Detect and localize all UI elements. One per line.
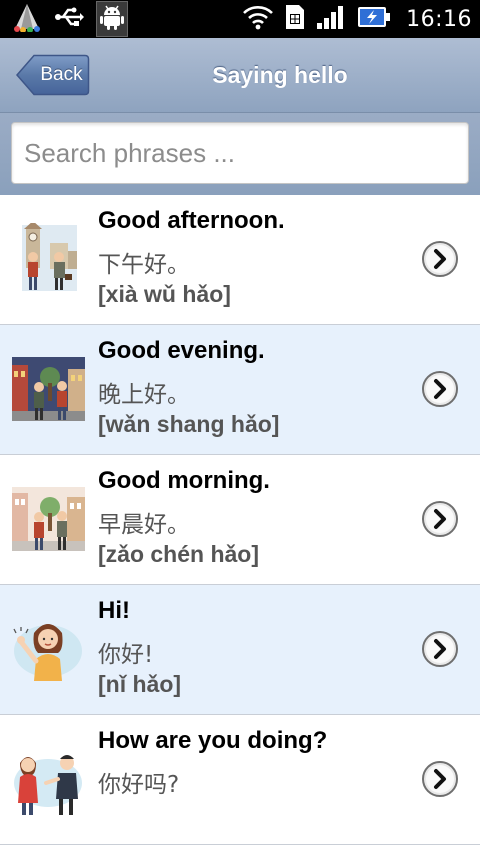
chevron-right-icon[interactable] xyxy=(421,370,459,408)
chevron-right-icon[interactable] xyxy=(421,240,459,278)
phrase-chinese: 你好! xyxy=(98,642,154,668)
phrase-chinese: 下午好。 xyxy=(98,252,190,278)
signal-icon xyxy=(316,4,346,34)
chevron-right-icon[interactable] xyxy=(421,760,459,798)
status-clock: 16:16 xyxy=(406,6,472,32)
back-button-label: Back xyxy=(40,64,83,85)
phrase-pinyin: [xià wǔ hǎo] xyxy=(98,281,231,307)
phrase-english: Good morning. xyxy=(98,467,270,494)
woman-waving-illustration xyxy=(13,624,82,681)
phrase-pinyin: [zǎo chén hǎo] xyxy=(98,541,260,567)
woman-and-man-talking-illustration xyxy=(14,755,82,815)
wifi-icon xyxy=(242,4,274,34)
search-input[interactable] xyxy=(11,122,469,184)
sim-card-icon xyxy=(284,3,306,35)
phrase-english: Good evening. xyxy=(98,337,265,364)
two-men-meeting-evening-street-illustration xyxy=(12,357,85,421)
status-bar: 16:16 xyxy=(0,0,480,38)
phrase-chinese: 晚上好。 xyxy=(98,382,190,408)
two-men-meeting-morning-street-illustration xyxy=(12,487,85,551)
status-bar-right-icons: 16:16 xyxy=(242,4,472,34)
back-button[interactable]: Back xyxy=(15,54,90,96)
phrase-english: Hi! xyxy=(98,597,130,624)
android-debug-icon xyxy=(96,1,128,37)
phrase-chinese: 早晨好。 xyxy=(98,512,190,538)
phrase-row[interactable]: Hi! 你好! [nǐ hǎo] xyxy=(0,585,480,715)
status-bar-left-icons xyxy=(12,1,128,37)
chevron-right-icon[interactable] xyxy=(421,630,459,668)
chevron-right-icon[interactable] xyxy=(421,500,459,538)
phrase-row[interactable]: Good morning. 早晨好。 [zǎo chén hǎo] xyxy=(0,455,480,585)
search-bar xyxy=(0,113,480,195)
usb-icon xyxy=(54,5,84,33)
phrase-row[interactable]: Good afternoon. 下午好。 [xià wǔ hǎo] xyxy=(0,195,480,325)
phrase-pinyin: [wǎn shang hǎo] xyxy=(98,411,280,437)
header-bar: Back Saying hello xyxy=(0,38,480,113)
page-title: Saying hello xyxy=(212,62,348,88)
phrase-english: How are you doing? xyxy=(98,727,328,754)
phrase-english: Good afternoon. xyxy=(98,207,285,234)
phrase-row[interactable]: Good evening. 晚上好。 [wǎn shang hǎo] xyxy=(0,325,480,455)
phrase-row[interactable]: How are you doing? 你好吗? xyxy=(0,715,480,845)
two-men-meeting-clocktower-illustration xyxy=(12,223,85,296)
phrase-pinyin: [nǐ hǎo] xyxy=(98,671,182,697)
battery-charging-icon xyxy=(356,4,392,34)
app-launcher-icon xyxy=(12,2,42,36)
phrase-chinese: 你好吗? xyxy=(98,772,180,798)
phrase-list: Good afternoon. 下午好。 [xià wǔ hǎo] Good e… xyxy=(0,195,480,845)
